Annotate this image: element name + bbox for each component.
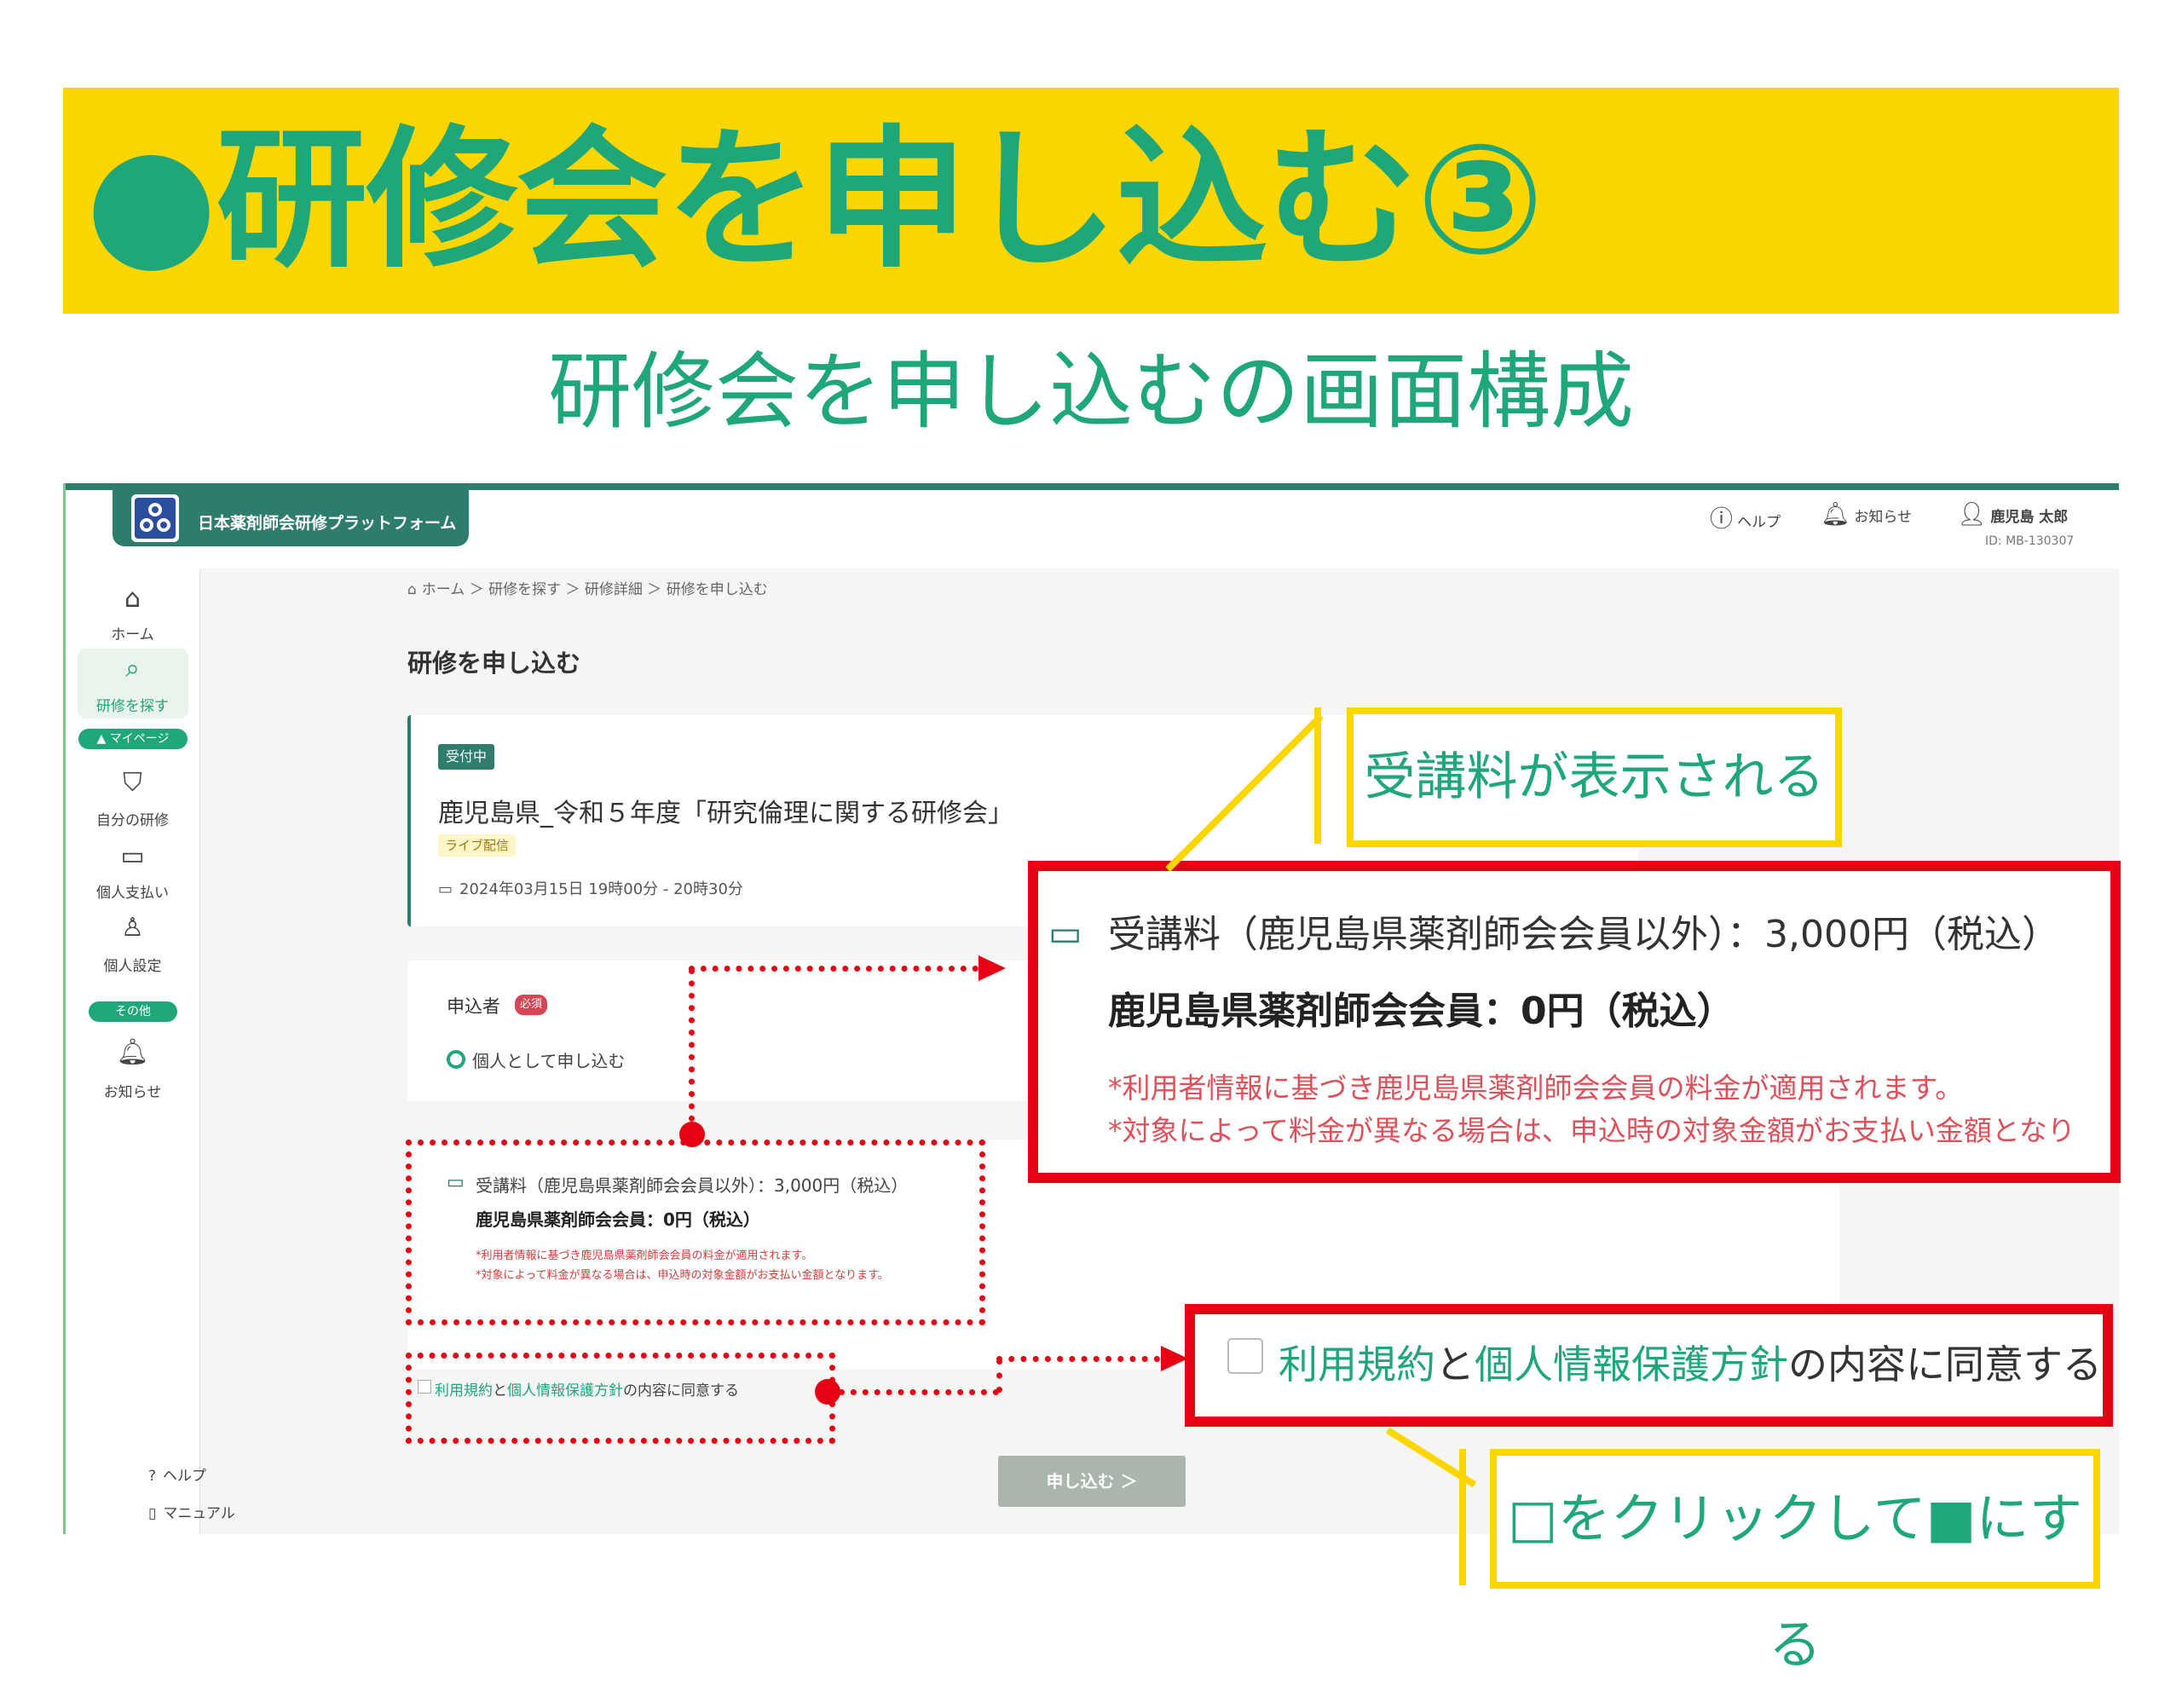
card-icon[interactable]: ▭ (66, 841, 199, 871)
agree-connector-h2 (996, 1356, 1160, 1362)
nav-notice-label[interactable]: お知らせ (66, 1080, 199, 1101)
event-datetime: ▭ 2024年03月15日 19時00分 - 20時30分 (438, 877, 743, 899)
slide-subtitle: 研修会を申し込むの画面構成 (547, 343, 1634, 441)
fee-arrow-head (978, 955, 1006, 981)
nav-home-label[interactable]: ホーム (66, 622, 199, 643)
brand-logo (131, 494, 179, 542)
breadcrumb-text: ホーム ＞ 研修を探す ＞ 研修詳細 ＞ 研修を申し込む (421, 581, 768, 598)
nav-settings-label[interactable]: 個人設定 (66, 954, 199, 975)
applicant-label: 申込者 (447, 996, 500, 1017)
nav-payment-label[interactable]: 個人支払い (66, 880, 199, 902)
zoom-agree-checkbox[interactable] (1227, 1338, 1263, 1374)
home-small-icon: ⌂ (407, 581, 417, 598)
zoom-privacy-link[interactable]: 個人情報保護方針 (1475, 1342, 1788, 1388)
zoom-agree-label[interactable]: 利用規約と個人情報保護方針の内容に同意する (1279, 1334, 2102, 1390)
delivery-badge: ライブ配信 (438, 834, 517, 857)
home-icon[interactable]: ⌂ (66, 584, 199, 614)
slide-title: ●研修会を申し込む③ (85, 112, 1544, 288)
check-callout-pointer (1385, 1427, 1477, 1488)
submit-button[interactable]: 申し込む ＞ (998, 1456, 1186, 1507)
fee-connector-h (689, 966, 978, 972)
mypage-section-pill[interactable]: ▲ マイページ (78, 729, 188, 749)
sidebar-help-label: ヘルプ (163, 1468, 207, 1485)
applicant-radio-label[interactable]: 個人として申し込む (472, 1047, 625, 1072)
agree-connector-dot (815, 1379, 840, 1405)
sidebar-manual-label: マニュアル (163, 1505, 235, 1522)
notifications-link[interactable]: 🔔︎ お知らせ (1821, 500, 1912, 528)
check-callout: □をクリックして■にする (1490, 1449, 2100, 1676)
zoom-fee-non-member: 受講料（鹿児島県薬剤師会会員以外）：3,000円（税込） (1108, 913, 2059, 956)
user-name: 鹿児島 太郎 (1990, 509, 2069, 526)
fee-highlight-box (406, 1140, 985, 1325)
zoom-fee-member: 鹿児島県薬剤師会会員：0円（税込） (1108, 990, 1735, 1033)
user-id: ID: MB-130307 (1985, 534, 2075, 548)
header-line (63, 483, 2119, 490)
nav-search-label[interactable]: 研修を探す (66, 694, 199, 715)
breadcrumb[interactable]: ⌂ ホーム ＞ 研修を探す ＞ 研修詳細 ＞ 研修を申し込む (407, 577, 768, 598)
zoom-fee-note-1: *利用者情報に基づき鹿児島県薬剤師会会員の料金が適用されます。 (1108, 1071, 1964, 1105)
help-link[interactable]: ⓘ ヘルプ (1710, 500, 1781, 534)
zoom-agree-suffix: の内容に同意する (1788, 1342, 2102, 1388)
agree-highlight-box (406, 1353, 835, 1444)
notifications-label: お知らせ (1854, 509, 1913, 526)
check-callout-stem (1459, 1449, 1466, 1585)
fee-connector-v (689, 968, 695, 1122)
status-badge: 受付中 (438, 744, 495, 770)
bookmark-icon[interactable]: ⛉ (66, 768, 199, 798)
brand-name: 日本薬剤師会研修プラットフォーム (198, 514, 457, 533)
page-heading: 研修を申し込む (407, 649, 581, 678)
book-icon: ▯ (148, 1505, 157, 1522)
other-section-pill: その他 (89, 1001, 177, 1022)
zoom-fee-note-2: *対象によって料金が異なる場合は、申込時の対象金額がお支払い金額となりま (1108, 1114, 2080, 1147)
applicant-card (407, 961, 1064, 1101)
agree-connector-h1 (839, 1389, 999, 1395)
applicant-radio[interactable] (447, 1050, 465, 1069)
fee-callout-pointer (1165, 713, 1324, 872)
required-badge: 必須 (515, 995, 548, 1015)
fee-connector-dot (679, 1122, 705, 1147)
event-title: 鹿児島県_令和５年度「研究倫理に関する研修会」 (438, 799, 1013, 828)
user-menu[interactable]: 👤︎ 鹿児島 太郎 (1957, 500, 2068, 528)
sidebar-help-link[interactable]: ? ヘルプ (148, 1463, 206, 1485)
help-circle-icon: ? (148, 1468, 157, 1485)
zoom-agree-and: と (1435, 1342, 1475, 1388)
bell-icon: 🔔︎ (1821, 501, 1850, 528)
calendar-icon: ▭ (438, 880, 453, 898)
help-circle-icon: ⓘ (1710, 506, 1733, 533)
agree-connector-v (996, 1359, 1002, 1393)
help-label: ヘルプ (1737, 514, 1781, 531)
card-icon: ▭ (1048, 912, 1082, 954)
zoom-terms-link[interactable]: 利用規約 (1279, 1342, 1435, 1388)
fee-callout: 受講料が表示される (1347, 707, 1842, 847)
nav-my-training-label[interactable]: 自分の研修 (66, 808, 199, 829)
person-icon[interactable]: ♙ (66, 913, 199, 943)
bell-icon[interactable]: 🔔︎ (66, 1037, 199, 1067)
event-datetime-text: 2024年03月15日 19時00分 - 20時30分 (459, 880, 743, 898)
sidebar-manual-link[interactable]: ▯ マニュアル (148, 1501, 235, 1522)
user-icon: 👤︎ (1957, 501, 1987, 528)
search-icon[interactable]: ⌕ (66, 654, 199, 684)
fee-callout-stem (1314, 707, 1321, 844)
